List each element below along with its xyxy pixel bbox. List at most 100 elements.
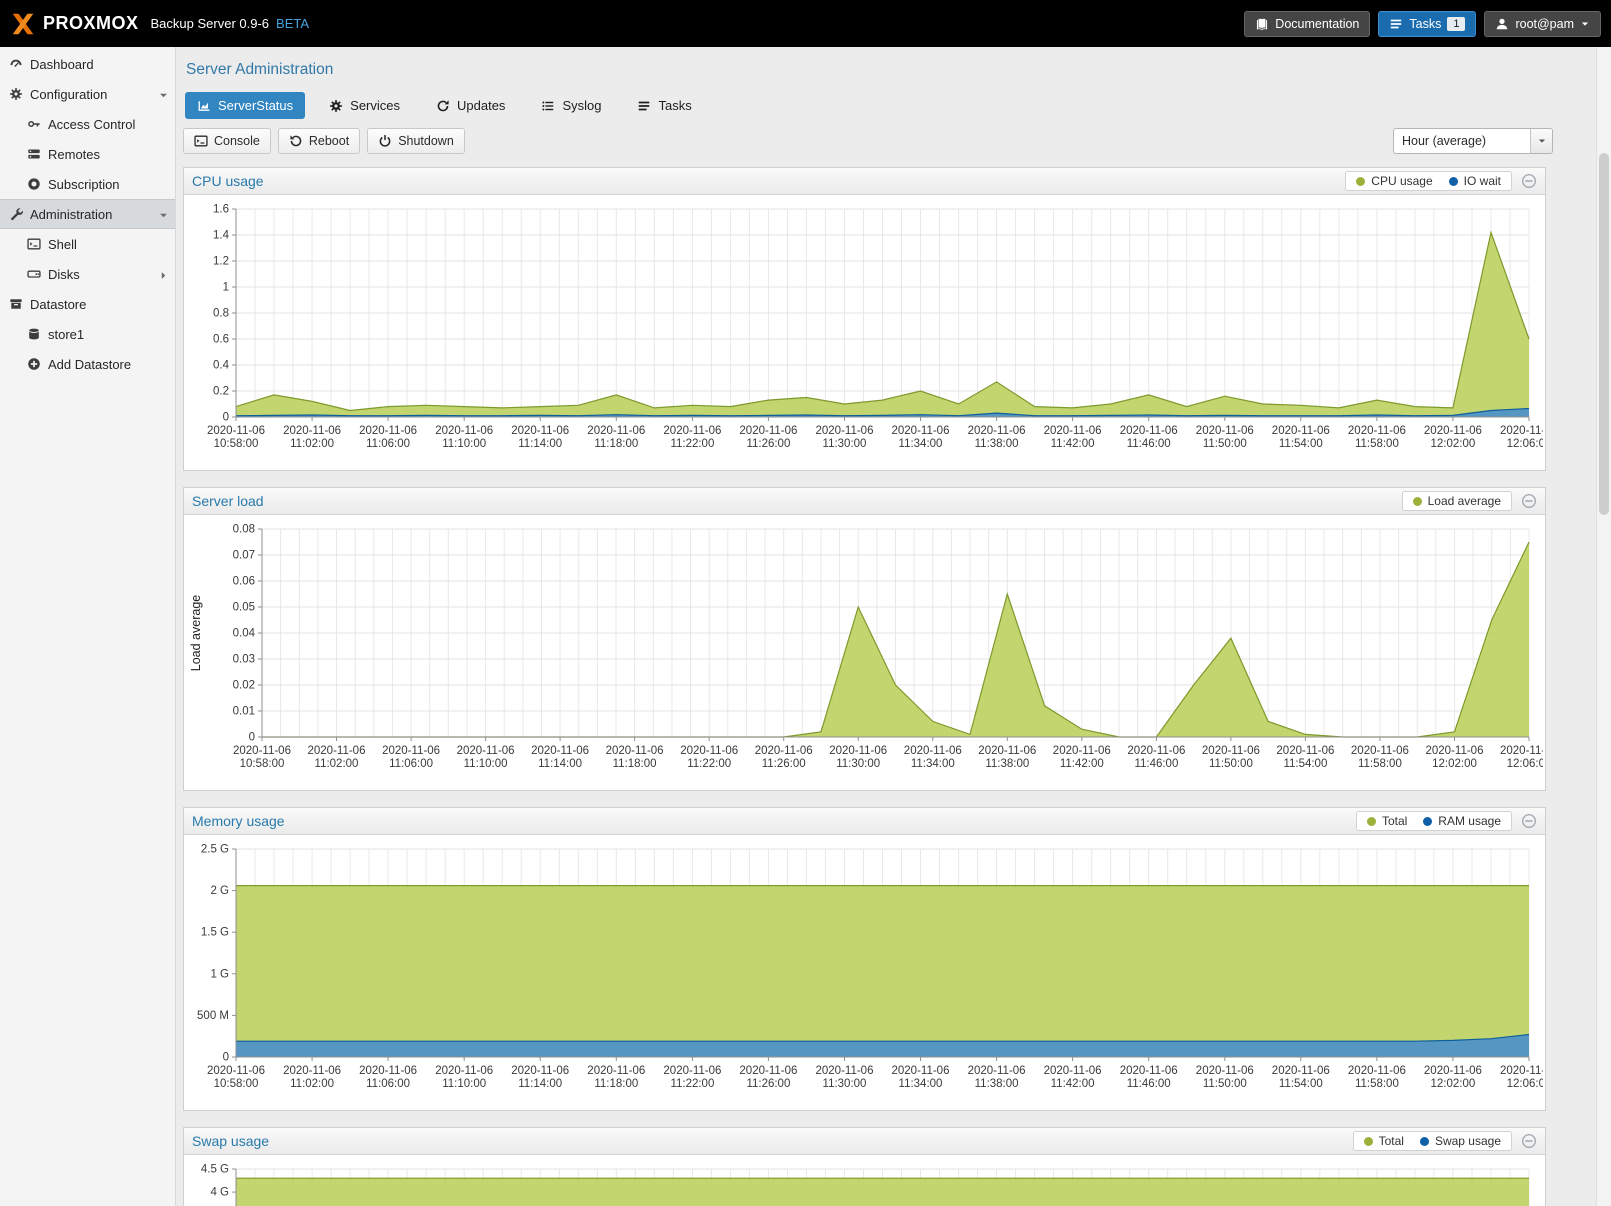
svg-text:2020-11-06: 2020-11-06 xyxy=(663,425,721,437)
svg-text:11:30:00: 11:30:00 xyxy=(836,758,880,770)
legend-item-total[interactable]: Total xyxy=(1367,814,1407,828)
terminal-icon xyxy=(194,134,208,148)
sidebar-item-add-datastore[interactable]: Add Datastore xyxy=(0,349,175,379)
svg-text:2020-11-06: 2020-11-06 xyxy=(1120,425,1178,437)
sidebar: DashboardConfigurationAccess ControlRemo… xyxy=(0,47,176,1206)
svg-text:11:10:00: 11:10:00 xyxy=(442,1078,486,1090)
power-icon xyxy=(378,134,392,148)
legend-item-cpu-usage[interactable]: CPU usage xyxy=(1356,174,1432,188)
svg-text:2020-11-06: 2020-11-06 xyxy=(968,425,1026,437)
svg-text:11:02:00: 11:02:00 xyxy=(315,758,359,770)
svg-text:2.5 G: 2.5 G xyxy=(201,844,229,856)
tab-services[interactable]: Services xyxy=(317,92,412,119)
legend-item-total[interactable]: Total xyxy=(1364,1134,1404,1148)
collapse-panel-button[interactable] xyxy=(1521,493,1537,509)
svg-text:0: 0 xyxy=(223,1052,229,1064)
chevron-down-icon xyxy=(158,209,169,220)
sidebar-item-dashboard[interactable]: Dashboard xyxy=(0,49,175,79)
legend-dot xyxy=(1356,177,1365,186)
legend-item-load-average[interactable]: Load average xyxy=(1413,494,1501,508)
svg-text:11:34:00: 11:34:00 xyxy=(899,438,943,450)
chart-title: Memory usage xyxy=(192,813,285,829)
svg-text:11:14:00: 11:14:00 xyxy=(538,758,582,770)
sidebar-item-configuration[interactable]: Configuration xyxy=(0,79,175,109)
legend-label: Total xyxy=(1379,1134,1404,1148)
svg-text:1.4: 1.4 xyxy=(213,230,230,242)
legend-item-io-wait[interactable]: IO wait xyxy=(1449,174,1501,188)
sidebar-item-label: Datastore xyxy=(30,297,86,312)
svg-text:1.5 G: 1.5 G xyxy=(201,927,229,939)
svg-text:2020-11-06: 2020-11-06 xyxy=(1127,745,1185,757)
tab-label: Services xyxy=(350,98,400,113)
chart-canvas: 00.20.40.60.811.21.41.62020-11-0610:58:0… xyxy=(186,197,1543,465)
svg-text:12:02:00: 12:02:00 xyxy=(1432,758,1477,770)
sidebar-item-administration[interactable]: Administration xyxy=(0,199,175,229)
reboot-button[interactable]: Reboot xyxy=(278,128,360,154)
tasks-button[interactable]: Tasks 1 xyxy=(1378,11,1476,37)
svg-text:2020-11-06: 2020-11-06 xyxy=(739,1065,797,1077)
svg-text:2020-11-06: 2020-11-06 xyxy=(1044,425,1102,437)
panel-body: 00.010.020.030.040.050.060.070.082020-11… xyxy=(184,515,1545,790)
sidebar-item-label: Administration xyxy=(30,207,112,222)
svg-text:11:54:00: 11:54:00 xyxy=(1283,758,1327,770)
svg-text:2020-11-06: 2020-11-06 xyxy=(1120,1065,1178,1077)
legend-item-ram-usage[interactable]: RAM usage xyxy=(1423,814,1501,828)
tasks-count-badge: 1 xyxy=(1447,17,1465,31)
legend-item-swap-usage[interactable]: Swap usage xyxy=(1420,1134,1501,1148)
svg-text:11:14:00: 11:14:00 xyxy=(518,1078,562,1090)
svg-text:2020-11-06: 2020-11-06 xyxy=(587,425,645,437)
scrollbar-thumb[interactable] xyxy=(1599,153,1609,515)
tab-label: Syslog xyxy=(562,98,601,113)
svg-text:2020-11-06: 2020-11-06 xyxy=(1272,425,1330,437)
user-menu-button[interactable]: root@pam xyxy=(1484,11,1601,37)
svg-text:2020-11-06: 2020-11-06 xyxy=(1196,425,1254,437)
svg-text:0.2: 0.2 xyxy=(213,386,229,398)
svg-text:11:50:00: 11:50:00 xyxy=(1203,1078,1247,1090)
svg-text:11:58:00: 11:58:00 xyxy=(1355,438,1399,450)
sidebar-item-datastore[interactable]: Datastore xyxy=(0,289,175,319)
tab-serverstatus[interactable]: ServerStatus xyxy=(185,92,305,119)
svg-text:2020-11-06: 2020-11-06 xyxy=(606,745,664,757)
panel-body: 00.20.40.60.811.21.41.62020-11-0610:58:0… xyxy=(184,195,1545,470)
svg-text:11:38:00: 11:38:00 xyxy=(975,438,1019,450)
svg-text:0.02: 0.02 xyxy=(233,680,255,692)
documentation-button[interactable]: Documentation xyxy=(1244,11,1370,37)
svg-text:2020-11-06: 2020-11-06 xyxy=(892,1065,950,1077)
console-button[interactable]: Console xyxy=(183,128,271,154)
vertical-scrollbar[interactable] xyxy=(1596,47,1611,1206)
svg-text:2020-11-06: 2020-11-06 xyxy=(283,1065,341,1077)
legend-dot xyxy=(1413,497,1422,506)
sidebar-item-disks[interactable]: Disks xyxy=(0,259,175,289)
sidebar-item-access-control[interactable]: Access Control xyxy=(0,109,175,139)
collapse-panel-button[interactable] xyxy=(1521,1133,1537,1149)
tab-label: ServerStatus xyxy=(218,98,293,113)
svg-text:12:06:00: 12:06:00 xyxy=(1507,758,1543,770)
svg-text:2020-11-06: 2020-11-06 xyxy=(1276,745,1334,757)
sidebar-item-subscription[interactable]: Subscription xyxy=(0,169,175,199)
svg-text:2020-11-06: 2020-11-06 xyxy=(829,745,887,757)
shutdown-button[interactable]: Shutdown xyxy=(367,128,465,154)
combo-trigger[interactable] xyxy=(1530,129,1552,153)
svg-text:11:34:00: 11:34:00 xyxy=(899,1078,943,1090)
tab-tasks[interactable]: Tasks xyxy=(625,92,703,119)
tab-syslog[interactable]: Syslog xyxy=(529,92,613,119)
collapse-panel-button[interactable] xyxy=(1521,173,1537,189)
legend-dot xyxy=(1364,1137,1373,1146)
beta-link[interactable]: BETA xyxy=(276,16,309,31)
svg-text:11:54:00: 11:54:00 xyxy=(1279,438,1323,450)
svg-text:12:02:00: 12:02:00 xyxy=(1431,438,1476,450)
panel-header: Swap usageTotalSwap usage xyxy=(184,1128,1545,1155)
collapse-panel-button[interactable] xyxy=(1521,813,1537,829)
sidebar-item-store1[interactable]: store1 xyxy=(0,319,175,349)
timeframe-select[interactable]: Hour (average) xyxy=(1393,128,1553,154)
svg-text:11:18:00: 11:18:00 xyxy=(594,1078,638,1090)
sidebar-item-shell[interactable]: Shell xyxy=(0,229,175,259)
svg-text:2020-11-06: 2020-11-06 xyxy=(359,425,417,437)
panel-header: Server loadLoad average xyxy=(184,488,1545,515)
svg-text:2020-11-06: 2020-11-06 xyxy=(531,745,589,757)
svg-text:11:58:00: 11:58:00 xyxy=(1355,1078,1399,1090)
tab-updates[interactable]: Updates xyxy=(424,92,517,119)
chart-panel-memory-usage: Memory usageTotalRAM usage0500 M1 G1.5 G… xyxy=(183,807,1546,1111)
svg-text:2020-11-06: 2020-11-06 xyxy=(739,425,797,437)
sidebar-item-remotes[interactable]: Remotes xyxy=(0,139,175,169)
